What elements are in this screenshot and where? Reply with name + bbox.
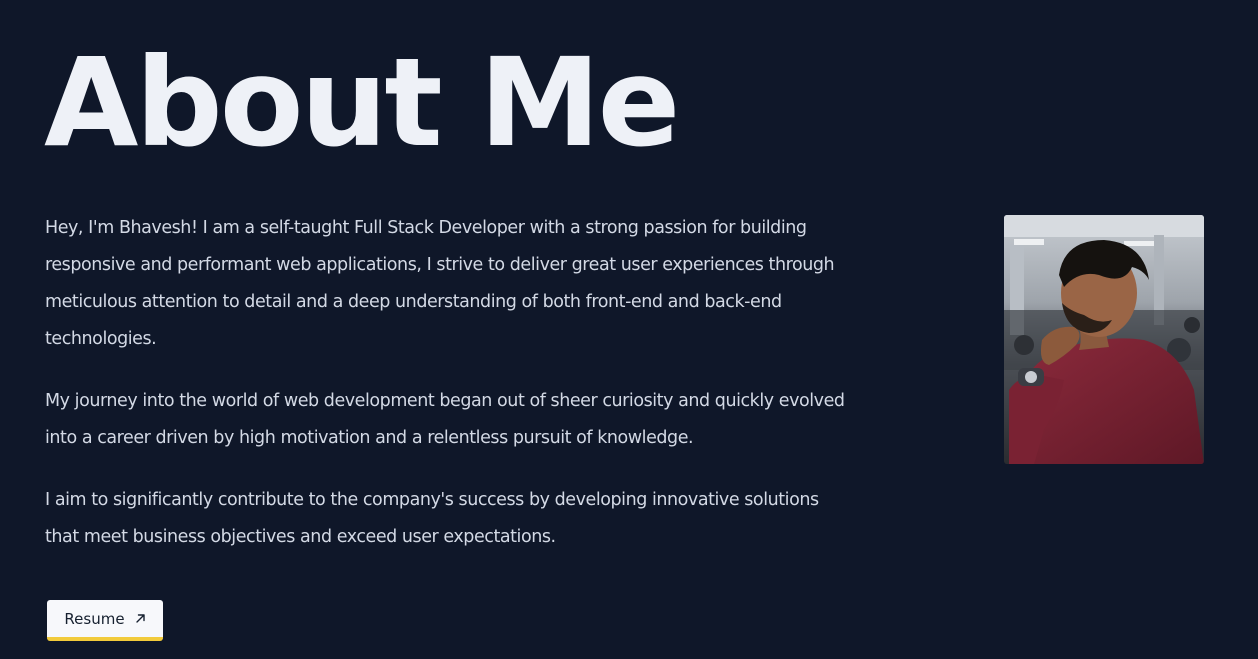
page-title: About Me — [44, 32, 680, 174]
resume-button[interactable]: Resume — [47, 600, 163, 641]
about-paragraph-journey: My journey into the world of web develop… — [45, 391, 845, 448]
about-paragraph-intro: Hey, I'm Bhavesh! I am a self-taught Ful… — [45, 218, 835, 349]
about-paragraph-goal: I aim to significantly contribute to the… — [45, 490, 819, 547]
arrow-up-right-icon — [135, 613, 146, 624]
profile-photo — [1004, 215, 1204, 464]
resume-button-label: Resume — [64, 609, 125, 628]
about-text: Hey, I'm Bhavesh! I am a self-taught Ful… — [45, 210, 845, 581]
